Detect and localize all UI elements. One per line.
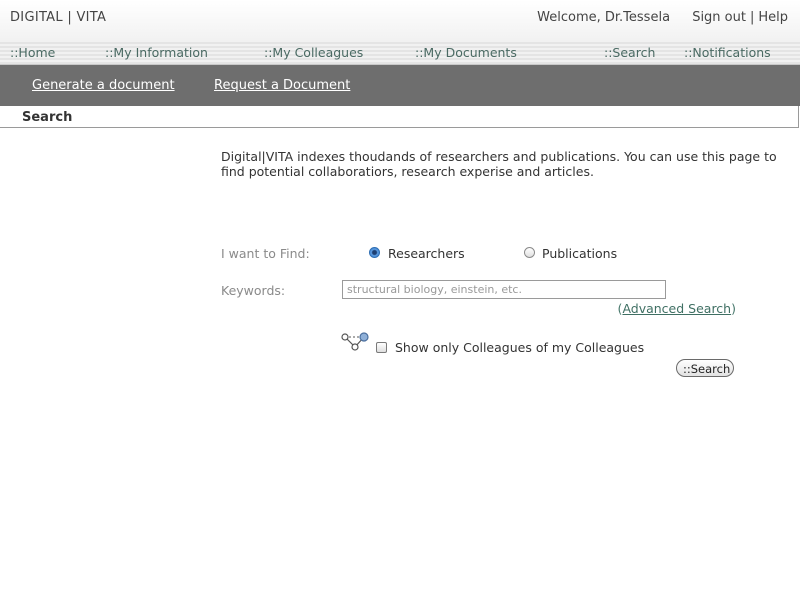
colleague-filter-checkbox[interactable] [376, 342, 387, 353]
header-separator: | [749, 10, 755, 25]
request-document-link[interactable]: Request a Document [214, 78, 350, 93]
colleague-filter-label[interactable]: Show only Colleagues of my Colleagues [395, 340, 644, 355]
document-actions-bar: Generate a document Request a Document [0, 65, 800, 106]
generate-document-link[interactable]: Generate a document [32, 78, 175, 93]
researchers-radio[interactable] [369, 247, 380, 258]
page-title: Search [22, 110, 73, 125]
nav-search[interactable]: ::Search [604, 45, 655, 60]
find-label: I want to Find: [221, 246, 310, 261]
publications-radio[interactable] [524, 247, 535, 258]
nav-notifications[interactable]: ::Notifications [684, 45, 771, 60]
keywords-input[interactable] [342, 280, 666, 299]
advanced-search-wrapper: (Advanced Search) [618, 301, 736, 316]
nav-my-colleagues[interactable]: ::My Colleagues [264, 45, 363, 60]
welcome-text: Welcome, Dr.Tessela [537, 10, 671, 25]
user-area: Welcome, Dr.Tessela Sign out | Help [537, 10, 788, 25]
publications-radio-label[interactable]: Publications [542, 246, 617, 261]
help-link[interactable]: Help [758, 10, 788, 25]
sign-out-link[interactable]: Sign out [692, 10, 746, 25]
top-header: DIGITAL | VITA Welcome, Dr.Tessela Sign … [0, 0, 800, 40]
search-button[interactable]: ::Search [676, 359, 734, 377]
keywords-label: Keywords: [221, 283, 286, 298]
researchers-radio-label[interactable]: Researchers [388, 246, 465, 261]
advanced-close-paren: ) [731, 301, 736, 316]
nav-my-documents[interactable]: ::My Documents [415, 45, 517, 60]
nav-home[interactable]: ::Home [10, 45, 55, 60]
nav-my-information[interactable]: ::My Information [105, 45, 208, 60]
colleague-network-icon [341, 332, 369, 351]
advanced-search-link[interactable]: Advanced Search [622, 301, 731, 316]
section-header: Search [0, 106, 799, 128]
intro-text: Digital|VITA indexes thoudands of resear… [221, 149, 777, 179]
app-logo: DIGITAL | VITA [10, 10, 107, 25]
main-nav: ::Home ::My Information ::My Colleagues … [0, 40, 800, 65]
